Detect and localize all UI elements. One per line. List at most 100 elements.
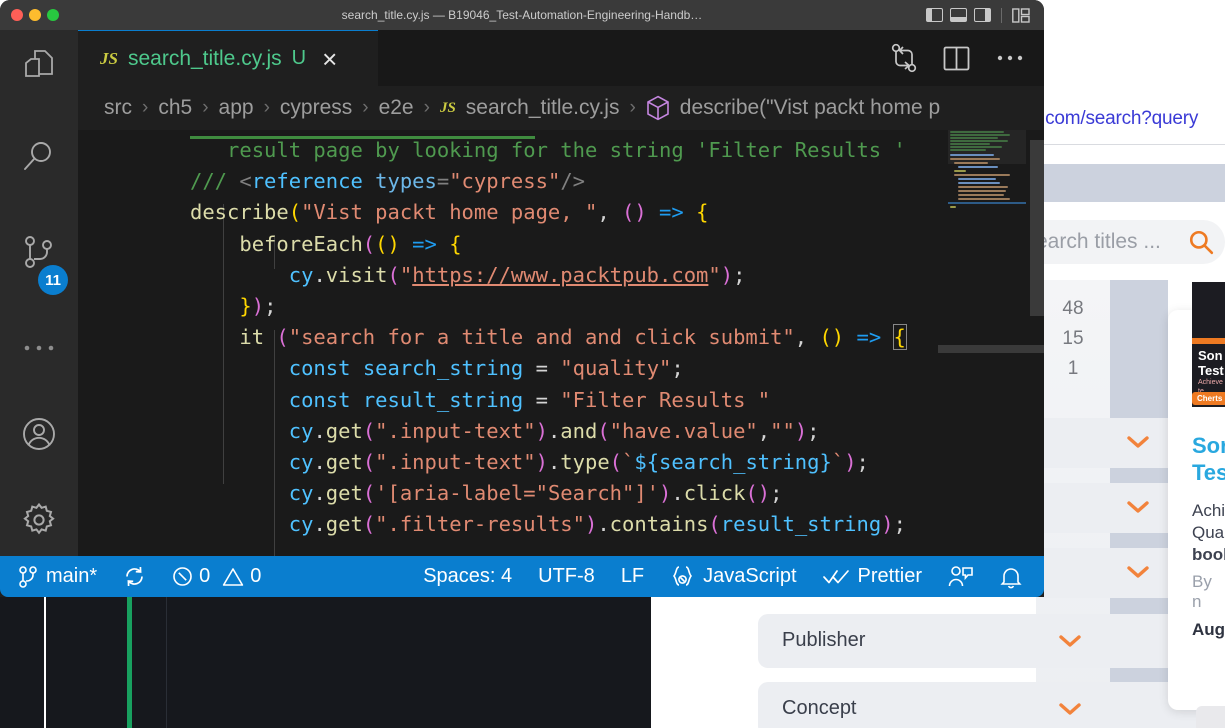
panel-edge: [651, 597, 657, 728]
eol-label: LF: [620, 565, 645, 587]
code-line[interactable]: /// <reference types="cypress"/>: [190, 169, 585, 193]
code-line[interactable]: beforeEach(() => {: [190, 232, 461, 256]
error-count: 0: [199, 565, 211, 587]
chevron-down-icon: [1059, 635, 1081, 647]
warning-count: 0: [250, 565, 262, 587]
toggle-primary-sidebar-icon[interactable]: [926, 8, 943, 22]
split-editor-icon[interactable]: [891, 43, 917, 73]
window-title: search_title.cy.js — B19046_Test-Automat…: [341, 8, 703, 22]
panel-divider: [44, 597, 46, 728]
sidebar-item-more-views[interactable]: [13, 322, 65, 374]
divider: [1001, 7, 1002, 23]
sidebar-item-search[interactable]: [13, 130, 65, 182]
checks-icon: [822, 569, 849, 583]
split-editor-right-icon[interactable]: [943, 46, 970, 71]
code-line[interactable]: result page by looking for the string 'F…: [190, 138, 906, 162]
product-card-next[interactable]: [1196, 706, 1225, 728]
code-line[interactable]: cy.visit("https://www.packtpub.com");: [190, 263, 746, 287]
facet-count: 1: [1067, 358, 1079, 379]
code-line[interactable]: it ("search for a title and and click su…: [190, 324, 907, 351]
toggle-panel-icon[interactable]: [950, 8, 967, 22]
cube-icon: [646, 95, 669, 121]
status-language[interactable]: JavaScript: [657, 556, 809, 597]
toggle-secondary-sidebar-icon[interactable]: [974, 8, 991, 22]
chevron-down-icon: [1127, 501, 1149, 513]
facet-count: 15: [1062, 328, 1084, 349]
breadcrumb-separator: ›: [362, 97, 369, 118]
breadcrumb: src › ch5 › app › cypress › e2e › JS sea…: [78, 86, 1044, 130]
status-bar: main* 0 0 Spaces: 4 UTF-8 LF JavaScript …: [0, 556, 1044, 597]
tab-search-title-cy-js[interactable]: JS search_title.cy.js U ×: [78, 30, 378, 86]
breadcrumb-separator: ›: [202, 97, 209, 118]
filter-label: Publisher: [782, 629, 866, 651]
gear-icon: [23, 502, 55, 535]
facet-counts: 48 15 1: [1050, 294, 1096, 384]
more-actions-icon[interactable]: [996, 54, 1024, 62]
code-editor[interactable]: 234567891011121314 result page by lookin…: [78, 130, 1044, 566]
sync-icon: [126, 566, 143, 587]
browser-toolbar-bg: [1036, 144, 1225, 164]
book-cover-strip: [1192, 338, 1225, 344]
facet-count: 48: [1062, 298, 1084, 319]
sidebar-item-explorer[interactable]: [13, 40, 65, 92]
title-bar: search_title.cy.js — B19046_Test-Automat…: [0, 0, 1044, 30]
breadcrumb-separator: ›: [423, 97, 430, 118]
breadcrumb-separator: ›: [629, 97, 636, 118]
activity-bar: 11: [0, 30, 78, 566]
cypress-command-log: 1 get .input-text 2 - assert expected <i…: [0, 597, 651, 728]
status-branch[interactable]: main*: [0, 556, 110, 597]
code-line[interactable]: cy.get(".filter-results").contains(resul…: [190, 512, 906, 536]
code-line[interactable]: const result_string = "Filter Results ": [190, 388, 770, 412]
product-byline: By n: [1192, 572, 1212, 611]
breadcrumb-item-file[interactable]: search_title.cy.js: [466, 96, 620, 120]
search-icon[interactable]: [1188, 229, 1214, 255]
chevron-down-icon: [1127, 436, 1149, 448]
account-icon: [23, 418, 55, 450]
filter-row-concept[interactable]: Concept: [758, 682, 1225, 728]
code-line[interactable]: });: [190, 294, 276, 318]
sidebar-item-manage[interactable]: [13, 494, 65, 546]
status-problems[interactable]: 0 0: [159, 556, 274, 597]
language-label: JavaScript: [703, 565, 797, 587]
code-line[interactable]: const search_string = "quality";: [190, 356, 684, 380]
book-cover-badge: Cherts: [1192, 392, 1225, 405]
horizontal-scrollbar-thumb[interactable]: [938, 345, 1044, 353]
chevron-down-icon: [1059, 703, 1081, 715]
breadcrumb-item-e2e[interactable]: e2e: [379, 96, 414, 120]
breadcrumb-separator: ›: [142, 97, 149, 118]
filter-row-publisher[interactable]: Publisher: [758, 614, 1225, 668]
code-line[interactable]: cy.get(".input-text").type(`${search_str…: [190, 450, 869, 474]
search-icon: [24, 142, 51, 170]
browser-url-text: .com/search?query: [1040, 108, 1199, 129]
files-icon: [25, 50, 53, 77]
status-notifications[interactable]: [987, 556, 1044, 597]
status-formatter[interactable]: Prettier: [810, 556, 935, 597]
customize-layout-icon[interactable]: [1012, 7, 1030, 23]
editor-actions: [891, 30, 1024, 86]
status-encoding[interactable]: UTF-8: [525, 556, 608, 597]
tab-git-status: U: [291, 47, 307, 69]
product-title[interactable]: Sor Tes: [1192, 432, 1225, 486]
sidebar-item-accounts[interactable]: [13, 408, 65, 460]
filter-label: Concept: [782, 697, 857, 719]
breadcrumb-item-symbol[interactable]: describe("Vist packt home p: [680, 96, 940, 120]
js-file-icon: JS: [439, 99, 456, 116]
code-line[interactable]: cy.get(".input-text").and("have.value","…: [190, 419, 820, 443]
code-line[interactable]: cy.get('[aria-label="Search"]').click();: [190, 481, 783, 505]
warning-icon: [223, 567, 244, 586]
breadcrumb-item-app[interactable]: app: [219, 96, 254, 120]
status-indentation[interactable]: Spaces: 4: [410, 556, 525, 597]
formatter-label: Prettier: [857, 565, 922, 587]
scrollbar-thumb[interactable]: [1030, 140, 1044, 316]
status-sync[interactable]: [110, 556, 159, 597]
book-cover-title: Son Test: [1198, 348, 1224, 378]
close-icon[interactable]: ×: [322, 46, 337, 72]
breadcrumb-item-src[interactable]: src: [104, 96, 132, 120]
status-live-share[interactable]: [935, 556, 987, 597]
encoding-label: UTF-8: [538, 565, 595, 587]
status-eol[interactable]: LF: [608, 556, 657, 597]
breadcrumb-item-ch5[interactable]: ch5: [158, 96, 192, 120]
breadcrumb-item-cypress[interactable]: cypress: [280, 96, 352, 120]
live-share-icon: [948, 565, 973, 586]
code-line[interactable]: describe("Vist packt home page, ", () =>…: [190, 200, 708, 224]
